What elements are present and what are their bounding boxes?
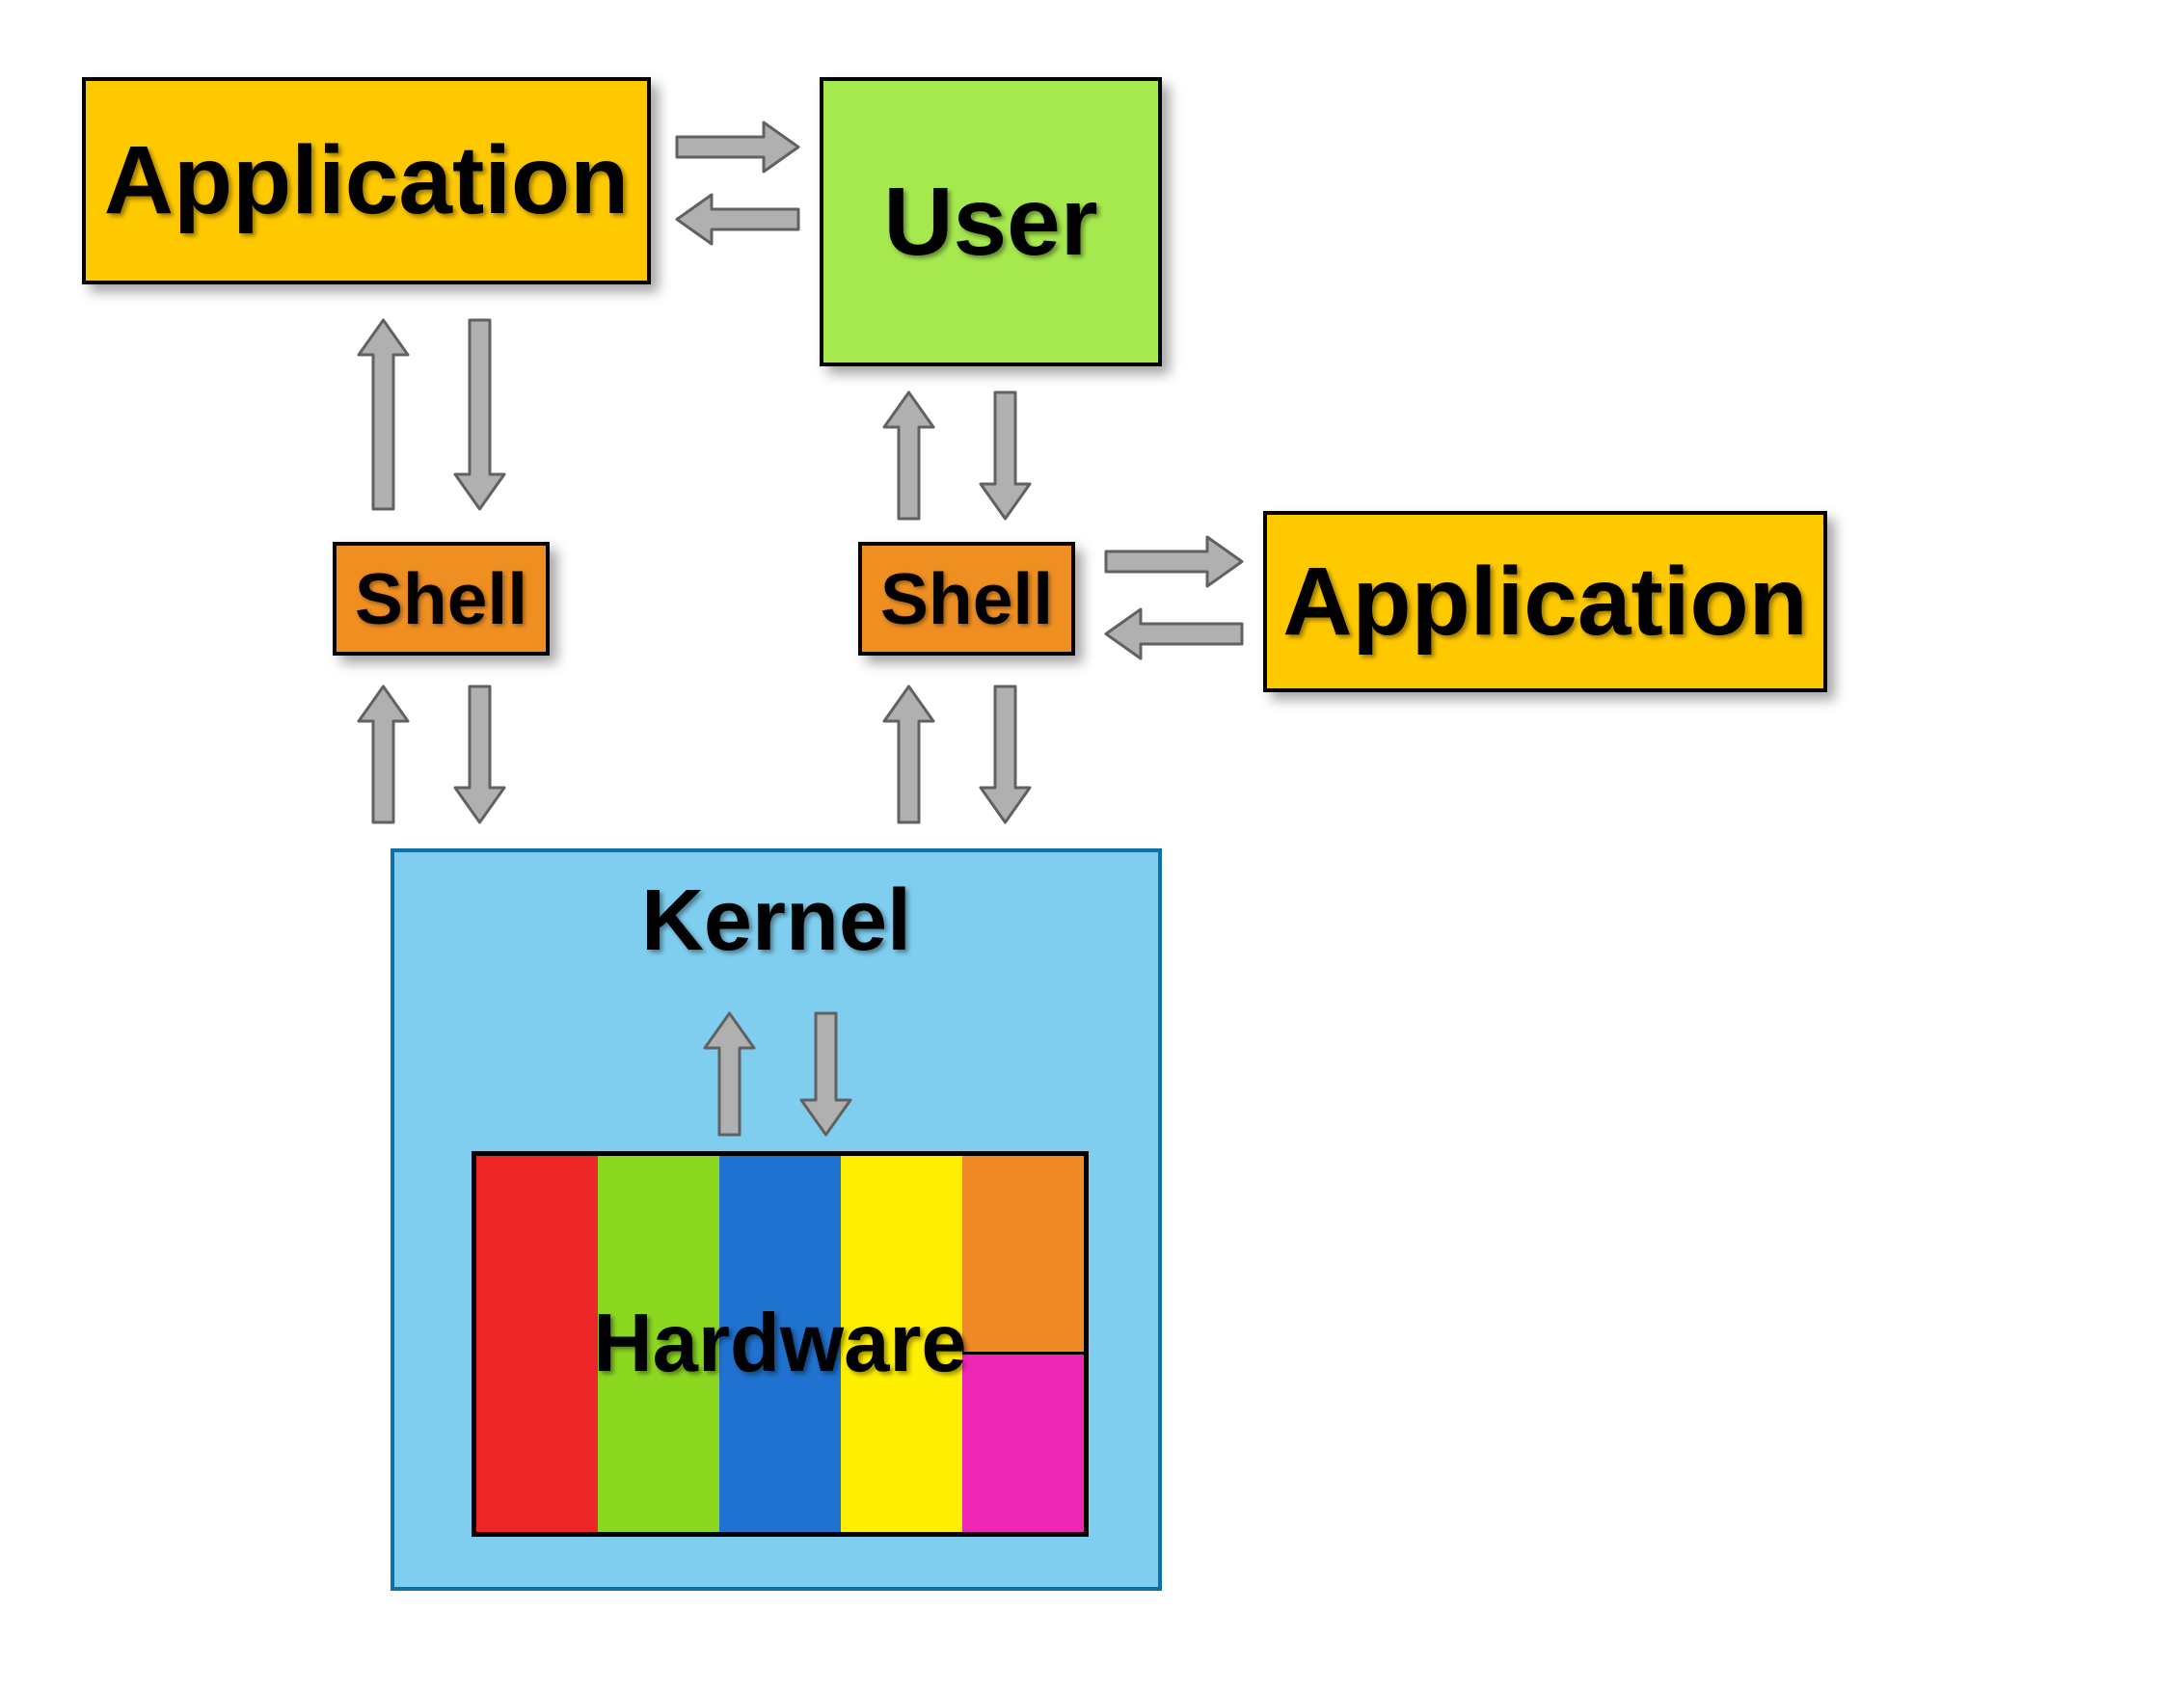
arrow-application-to-shell-left xyxy=(453,318,506,511)
hardware-box: Hardware xyxy=(472,1151,1089,1537)
arrow-user-to-application xyxy=(675,193,800,246)
kernel-label: Kernel xyxy=(394,872,1158,971)
arrow-shell-right-to-kernel xyxy=(979,685,1032,824)
user-label: User xyxy=(883,167,1097,278)
arrow-hardware-to-kernel xyxy=(703,1011,756,1137)
arrow-kernel-to-hardware xyxy=(799,1011,852,1137)
arrow-shell-right-to-user xyxy=(882,390,935,521)
shell-right-label: Shell xyxy=(880,557,1053,640)
hardware-stripe-yellow xyxy=(841,1156,962,1532)
hardware-stripe-green xyxy=(598,1156,719,1532)
shell-right-box: Shell xyxy=(858,542,1075,656)
application-right-label: Application xyxy=(1282,547,1807,658)
arrow-shell-left-to-application xyxy=(357,318,410,511)
application-right-box: Application xyxy=(1263,511,1827,692)
shell-left-box: Shell xyxy=(333,542,550,656)
arrow-shell-left-to-kernel xyxy=(453,685,506,824)
arrow-kernel-to-shell-right xyxy=(882,685,935,824)
arrow-shell-to-application-right xyxy=(1104,535,1244,588)
arrow-application-to-user xyxy=(675,121,800,174)
application-top-box: Application xyxy=(82,77,651,284)
hardware-stripe-split xyxy=(962,1156,1084,1532)
kernel-box: Kernel Hardware xyxy=(391,848,1162,1591)
arrow-user-to-shell-right xyxy=(979,390,1032,521)
hardware-stripe-magenta xyxy=(962,1355,1084,1532)
arrow-kernel-to-shell-left xyxy=(357,685,410,824)
shell-left-label: Shell xyxy=(355,557,527,640)
arrow-application-right-to-shell xyxy=(1104,607,1244,660)
user-box: User xyxy=(820,77,1162,366)
application-top-label: Application xyxy=(104,125,629,236)
hardware-stripe-orange xyxy=(962,1156,1084,1355)
os-architecture-diagram: Application User Shell Shell Application… xyxy=(0,0,2184,1692)
hardware-stripe-blue xyxy=(719,1156,841,1532)
hardware-stripe-red xyxy=(476,1156,598,1532)
